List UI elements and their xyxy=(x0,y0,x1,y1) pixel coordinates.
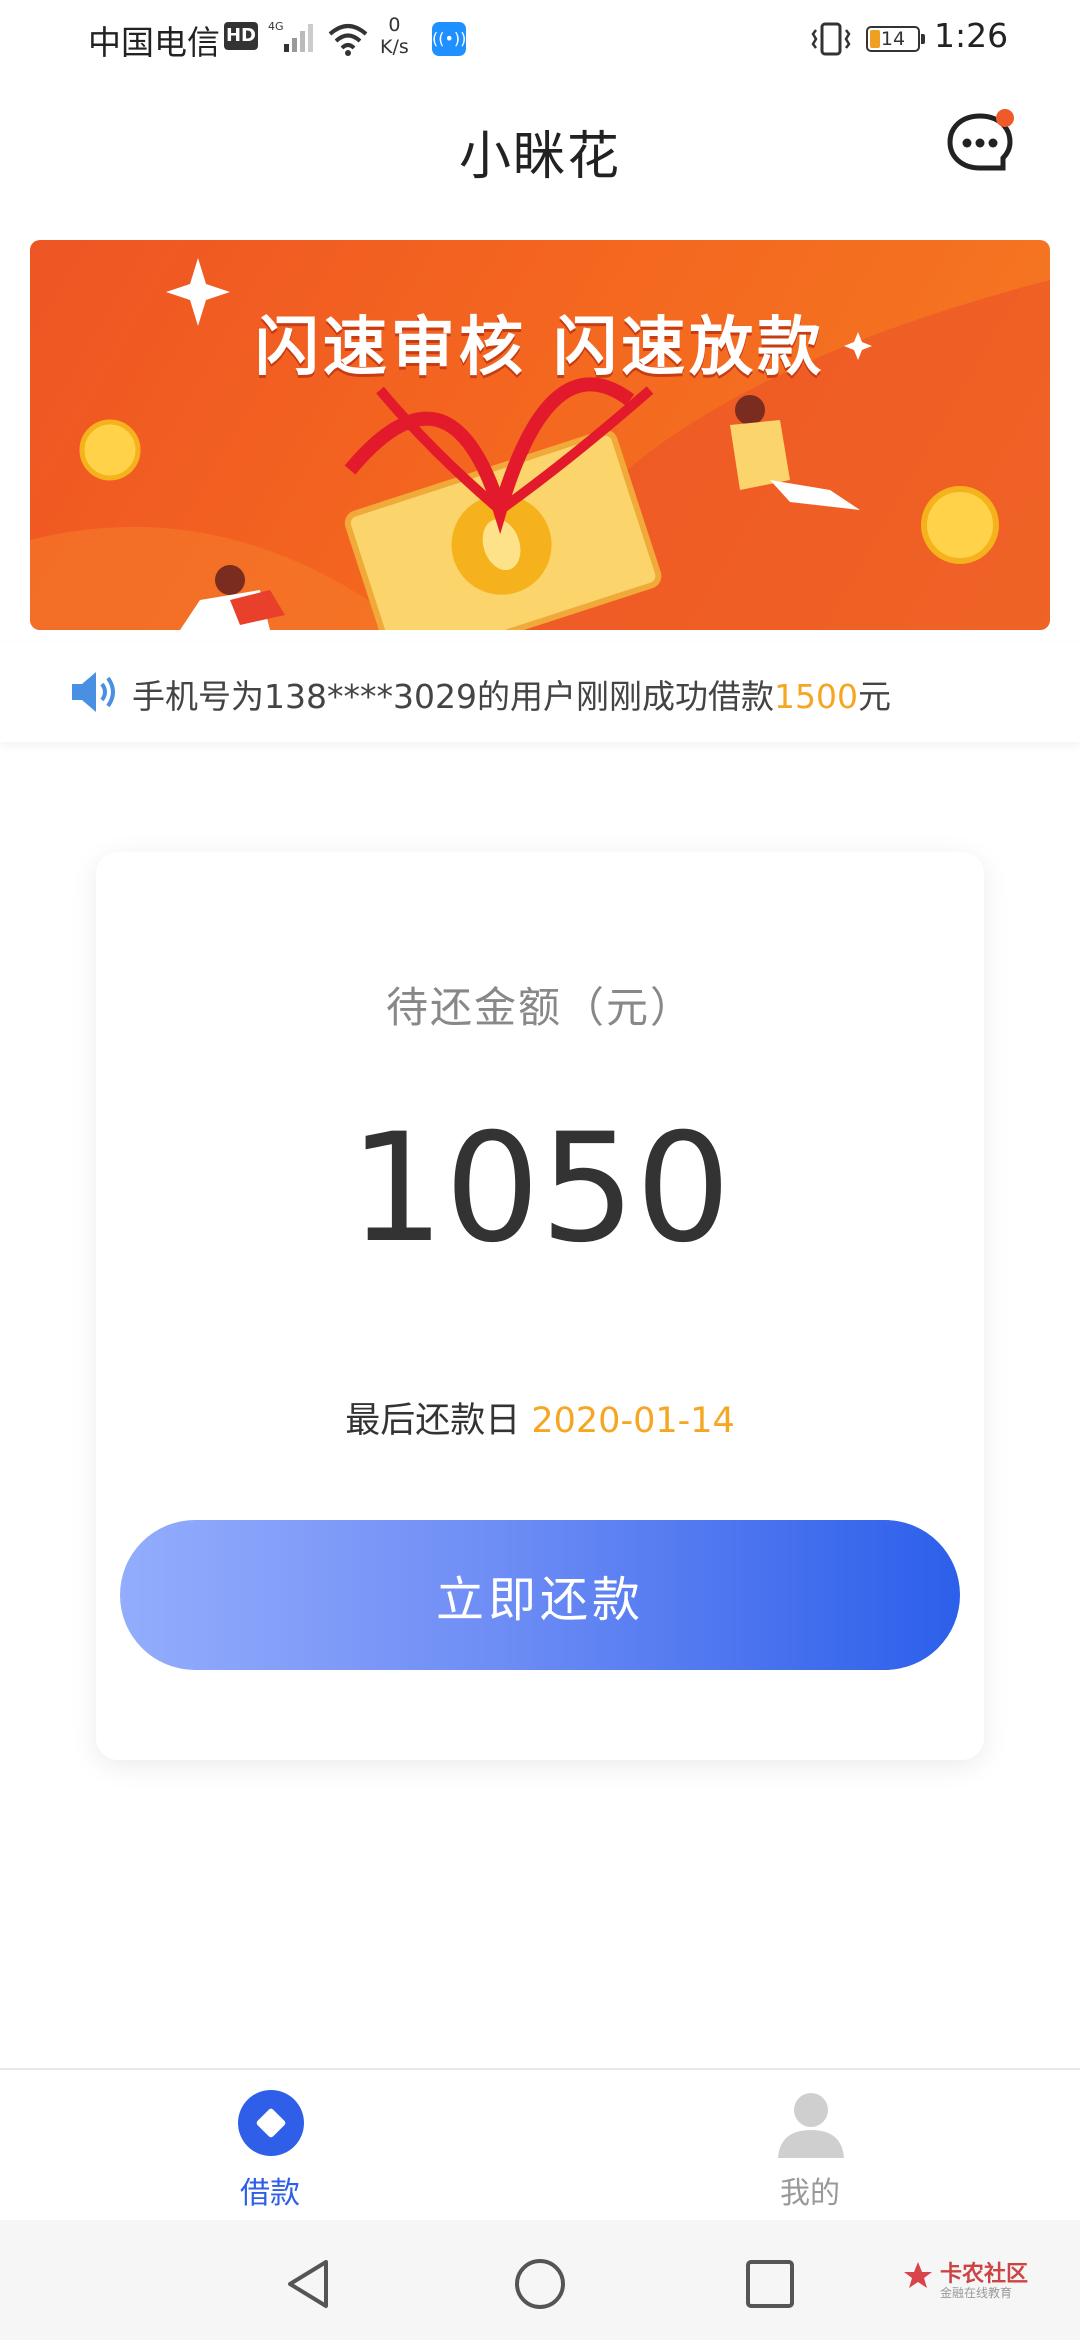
speaker-icon xyxy=(72,672,115,712)
status-bar: 中国电信 HD 4G 0 K/s ((•)) 14 1:26 xyxy=(0,0,1080,80)
ticker-prefix: 手机号为138****3029的用户刚刚成功借款 xyxy=(132,677,774,716)
loan-notice-ticker: 手机号为138****3029的用户刚刚成功借款1500元 xyxy=(0,642,1080,742)
amount-due-value: 1050 xyxy=(349,1102,731,1276)
loan-icon xyxy=(238,2090,304,2156)
wifi-icon xyxy=(328,24,368,56)
amount-due-label: 待还金额（元） xyxy=(385,983,694,1032)
nav-item-loan[interactable]: 借款 xyxy=(170,2088,370,2211)
nav-label-loan: 借款 xyxy=(240,2176,300,2211)
profile-icon xyxy=(778,2093,844,2158)
back-icon[interactable] xyxy=(280,2254,340,2314)
page-title: 小眯花 xyxy=(458,127,621,187)
signal-icon: 4G xyxy=(268,20,313,52)
watermark-subtext: 金融在线教育 xyxy=(940,2286,1013,2300)
watermark-logo-icon xyxy=(904,2262,932,2288)
unread-dot xyxy=(996,109,1014,127)
bottom-nav: 借款 我的 xyxy=(0,2068,1080,2222)
due-date-label: 最后还款日 xyxy=(345,1401,521,1441)
vibrate-icon xyxy=(811,22,851,56)
speed-value: 0 xyxy=(388,14,401,36)
due-date-line: 最后还款日 2020-01-14 xyxy=(96,1392,984,1443)
recent-apps-icon[interactable] xyxy=(740,2254,800,2314)
hd-icon: HD xyxy=(224,22,258,50)
network-speed: 0 K/s xyxy=(380,14,409,58)
repay-now-button[interactable]: 立即还款 xyxy=(120,1520,960,1670)
svg-text:4G: 4G xyxy=(268,20,284,33)
chat-bubble-icon[interactable] xyxy=(945,108,1015,178)
ticker-amount: 1500 xyxy=(773,677,858,716)
ticker-suffix: 元 xyxy=(857,677,891,716)
nav-label-mine: 我的 xyxy=(780,2176,840,2211)
clock: 1:26 xyxy=(934,16,1009,55)
repayment-card: 待还金额（元） 1050 最后还款日 2020-01-14 立即还款 xyxy=(96,852,984,1760)
battery-level: 14 xyxy=(880,28,906,50)
promo-banner[interactable]: 闪速审核 闪速放款 xyxy=(30,240,1050,630)
ticker-message: 手机号为138****3029的用户刚刚成功借款1500元 xyxy=(132,670,891,718)
home-icon[interactable] xyxy=(510,2254,570,2314)
speed-unit: K/s xyxy=(380,36,409,58)
battery-icon: 14 xyxy=(866,26,925,52)
hotspot-app-icon: ((•)) xyxy=(432,22,466,56)
banner-headline: 闪速审核 闪速放款 xyxy=(254,311,826,385)
nav-item-mine[interactable]: 我的 xyxy=(710,2088,910,2211)
carrier-name: 中国电信 xyxy=(88,23,220,62)
due-date-value: 2020-01-14 xyxy=(531,1401,735,1441)
system-nav-bar: 卡农社区 金融在线教育 xyxy=(0,2220,1080,2340)
app-header: 小眯花 xyxy=(0,80,1080,220)
